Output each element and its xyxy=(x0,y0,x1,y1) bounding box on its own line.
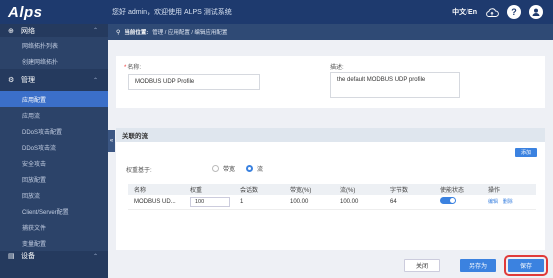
help-icon[interactable]: ? xyxy=(507,5,521,19)
user-avatar-icon[interactable] xyxy=(529,5,543,19)
enable-cell xyxy=(434,195,482,210)
radio-label: 流 xyxy=(257,167,264,173)
network-icon: ⊕ xyxy=(8,27,14,35)
sidebar-item-topology-list[interactable]: 网络拓扑列表 xyxy=(0,37,108,53)
breadcrumb-label: 当前位置: xyxy=(124,30,149,36)
sidebar-item-capture-files[interactable]: 捕获文件 xyxy=(0,219,108,235)
column-header[interactable]: 流(%) xyxy=(334,184,384,195)
device-icon: ▤ xyxy=(8,253,15,260)
radio-circle xyxy=(212,165,219,172)
location-pin-icon: ⚲ xyxy=(116,29,121,36)
flows-table: 名称 权重 会话数 带宽(%) 流(%) 字节数 使能状态 操作 MODBUS … xyxy=(128,184,536,210)
lang-cn[interactable]: 中文 xyxy=(452,9,466,16)
associated-flows-card: 添加 权重基于: 带宽 流 名称 权重 会话数 带宽(%) 流(%) 字节数 使… xyxy=(116,142,545,250)
radio-label: 带宽 xyxy=(223,167,236,173)
edit-link[interactable]: 编辑 xyxy=(488,199,498,205)
bytes-cell: 64 xyxy=(384,195,434,210)
breadcrumb: ⚲ 当前位置: 管理 / 应用配置 / 编辑应用配置 xyxy=(108,24,553,40)
chevron-up-icon: ⌃ xyxy=(92,77,98,84)
profile-form-card: *名称: MODBUS UDP Profile 描述: the default … xyxy=(116,56,545,108)
gear-icon: ⚙ xyxy=(8,77,15,84)
operations-cell: 编辑 删除 xyxy=(482,195,536,210)
name-field-label: *名称: xyxy=(124,65,142,71)
weight-input[interactable]: 100 xyxy=(190,196,230,207)
save-button[interactable]: 保存 xyxy=(504,255,548,276)
weight-cell: 100 xyxy=(184,195,234,210)
associated-flows-header: 关联的流 xyxy=(116,128,545,142)
column-header[interactable]: 使能状态 xyxy=(434,184,482,195)
sidebar-item-app-config[interactable]: 应用配置 xyxy=(0,91,108,107)
description-input[interactable]: the default MODBUS UDP profile xyxy=(330,72,460,98)
radio-bandwidth[interactable]: 带宽 xyxy=(212,164,235,173)
flow-name-cell: MODBUS UD... xyxy=(128,195,184,210)
column-header[interactable]: 权重 xyxy=(184,184,234,195)
top-bar: Alps 您好 admin，欢迎使用 ALPS 测试系统 中文/En ? xyxy=(0,0,553,24)
top-right-controls: 中文/En ? xyxy=(452,5,553,19)
radio-circle-selected xyxy=(246,165,253,172)
sidebar-item-ddos-flow[interactable]: DDoS攻击流 xyxy=(0,139,108,155)
sidebar-group-label: 设备 xyxy=(21,253,35,260)
cloud-upload-icon[interactable] xyxy=(485,5,499,19)
sidebar-item-variable-config[interactable]: 变量配置 xyxy=(0,235,108,251)
sidebar-group-label: 管理 xyxy=(21,77,35,84)
name-input[interactable]: MODBUS UDP Profile xyxy=(128,74,260,90)
column-header[interactable]: 会话数 xyxy=(234,184,284,195)
sidebar-item-replay-flow[interactable]: 回放流 xyxy=(0,187,108,203)
sidebar-item-client-server-config[interactable]: Client/Server配置 xyxy=(0,203,108,219)
table-header-row: 名称 权重 会话数 带宽(%) 流(%) 字节数 使能状态 操作 xyxy=(128,184,536,195)
sidebar-item-replay-config[interactable]: 回放配置 xyxy=(0,171,108,187)
sidebar-group-device[interactable]: ▤ 设备 ⌃ xyxy=(0,251,108,261)
breadcrumb-path: 管理 / 应用配置 / 编辑应用配置 xyxy=(152,30,228,36)
column-header[interactable]: 字节数 xyxy=(384,184,434,195)
language-switch[interactable]: 中文/En xyxy=(452,7,477,17)
sidebar-item-ddos-config[interactable]: DDoS攻击配置 xyxy=(0,123,108,139)
sidebar-group-network[interactable]: ⊕ 网络 ⌃ xyxy=(0,24,108,37)
column-header[interactable]: 名称 xyxy=(128,184,184,195)
footer-bar: 关闭 另存为 保存 xyxy=(108,254,553,278)
sidebar-group-label: 网络 xyxy=(21,27,35,35)
bandwidth-cell: 100.00 xyxy=(284,195,334,210)
chevron-up-icon: ⌃ xyxy=(92,253,98,260)
save-as-button[interactable]: 另存为 xyxy=(460,259,496,272)
sidebar-collapse-handle[interactable]: « xyxy=(108,130,115,152)
description-field-label: 描述: xyxy=(330,65,344,71)
weight-basis-label: 权重基于: xyxy=(126,168,152,174)
add-flow-button[interactable]: 添加 xyxy=(515,148,537,157)
sidebar-item-create-topology[interactable]: 创建网络拓扑 xyxy=(0,53,108,69)
radio-flow[interactable]: 流 xyxy=(246,164,263,173)
lang-en[interactable]: En xyxy=(468,9,477,16)
sidebar-item-app-flow[interactable]: 应用流 xyxy=(0,107,108,123)
welcome-text: 您好 admin，欢迎使用 ALPS 测试系统 xyxy=(112,9,232,16)
chevron-up-icon: ⌃ xyxy=(92,28,98,34)
sidebar-item-security-attack[interactable]: 安全攻击 xyxy=(0,155,108,171)
delete-link[interactable]: 删除 xyxy=(503,199,513,205)
column-header: 操作 xyxy=(482,184,536,195)
sidebar: ⊕ 网络 ⌃ 网络拓扑列表 创建网络拓扑 ⚙ 管理 ⌃ 应用配置 应用流 DDo… xyxy=(0,24,108,278)
sessions-cell: 1 xyxy=(234,195,284,210)
sidebar-group-manage[interactable]: ⚙ 管理 ⌃ xyxy=(0,69,108,91)
enable-toggle[interactable] xyxy=(440,197,456,205)
alps-logo[interactable]: Alps xyxy=(0,0,88,24)
flow-percent-cell: 100.00 xyxy=(334,195,384,210)
column-header[interactable]: 带宽(%) xyxy=(284,184,334,195)
table-row: MODBUS UD... 100 1 100.00 100.00 64 编辑 删… xyxy=(128,195,536,210)
close-button[interactable]: 关闭 xyxy=(404,259,440,272)
